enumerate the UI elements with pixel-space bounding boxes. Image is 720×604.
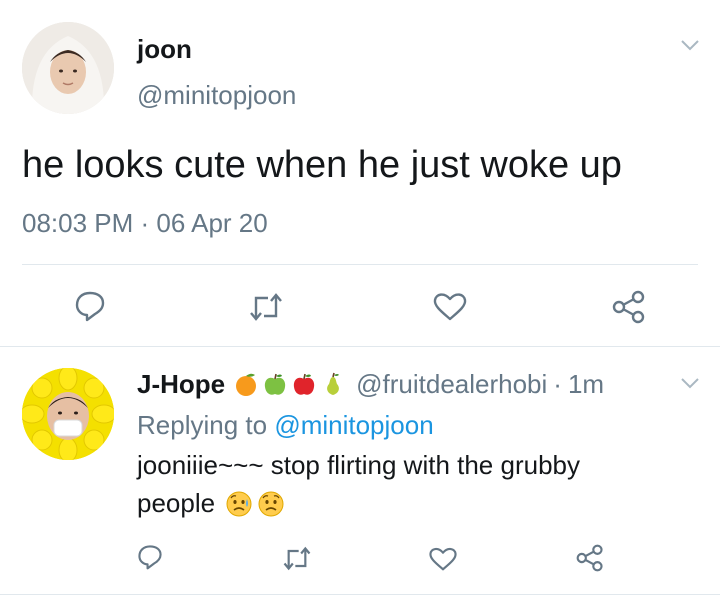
retweet-icon[interactable] (282, 546, 312, 571)
tweet-timestamp[interactable]: 08:03 PM · 06 Apr 20 (22, 208, 268, 239)
replying-to-handle[interactable]: @minitopjoon (274, 410, 433, 440)
timestamp-divider (22, 264, 698, 265)
header-separator: · (553, 368, 562, 399)
reply-author-handle[interactable]: @fruitdealerhobi (356, 369, 547, 400)
reply-author-name[interactable]: J-Hope (137, 369, 225, 400)
chevron-down-icon[interactable] (680, 376, 700, 390)
name-emojis (233, 371, 346, 397)
share-icon[interactable] (612, 290, 646, 324)
chevron-down-icon[interactable] (680, 38, 700, 52)
sad-but-relieved-face-emoji-icon (226, 491, 252, 516)
tweet-divider (0, 346, 720, 347)
red-apple-emoji-icon (293, 373, 315, 395)
retweet-icon[interactable] (248, 292, 284, 322)
replying-to: Replying to @minitopjoon (137, 410, 434, 441)
author-avatar[interactable] (22, 22, 114, 114)
green-apple-emoji-icon (264, 373, 286, 395)
reply-divider (0, 594, 720, 595)
heart-icon[interactable] (432, 291, 468, 321)
author-name[interactable]: joon (137, 34, 192, 65)
heart-icon[interactable] (428, 546, 458, 571)
reply-text-line-2-text: people (137, 488, 216, 518)
avatar-photo (22, 22, 114, 114)
reply-text-line-1: jooniiie~~~ stop flirting with the grubb… (137, 450, 580, 480)
orange-emoji-icon (236, 373, 257, 396)
reply-header: J-Hope @fruitdealerhobi · 1m (137, 368, 604, 400)
share-icon[interactable] (576, 544, 604, 572)
sad-face-emoji-icon (258, 491, 284, 516)
tweet-text: he looks cute when he just woke up (22, 144, 622, 186)
pear-emoji-icon (327, 372, 340, 395)
avatar-photo (22, 368, 114, 460)
reply-icon[interactable] (137, 544, 163, 570)
reply-icon[interactable] (74, 290, 106, 322)
author-handle[interactable]: @minitopjoon (137, 80, 296, 111)
reply-age[interactable]: 1m (568, 369, 604, 400)
reply-text-line-2: people (137, 488, 285, 519)
replying-to-label: Replying to (137, 410, 268, 440)
reply-author-avatar[interactable] (22, 368, 114, 460)
